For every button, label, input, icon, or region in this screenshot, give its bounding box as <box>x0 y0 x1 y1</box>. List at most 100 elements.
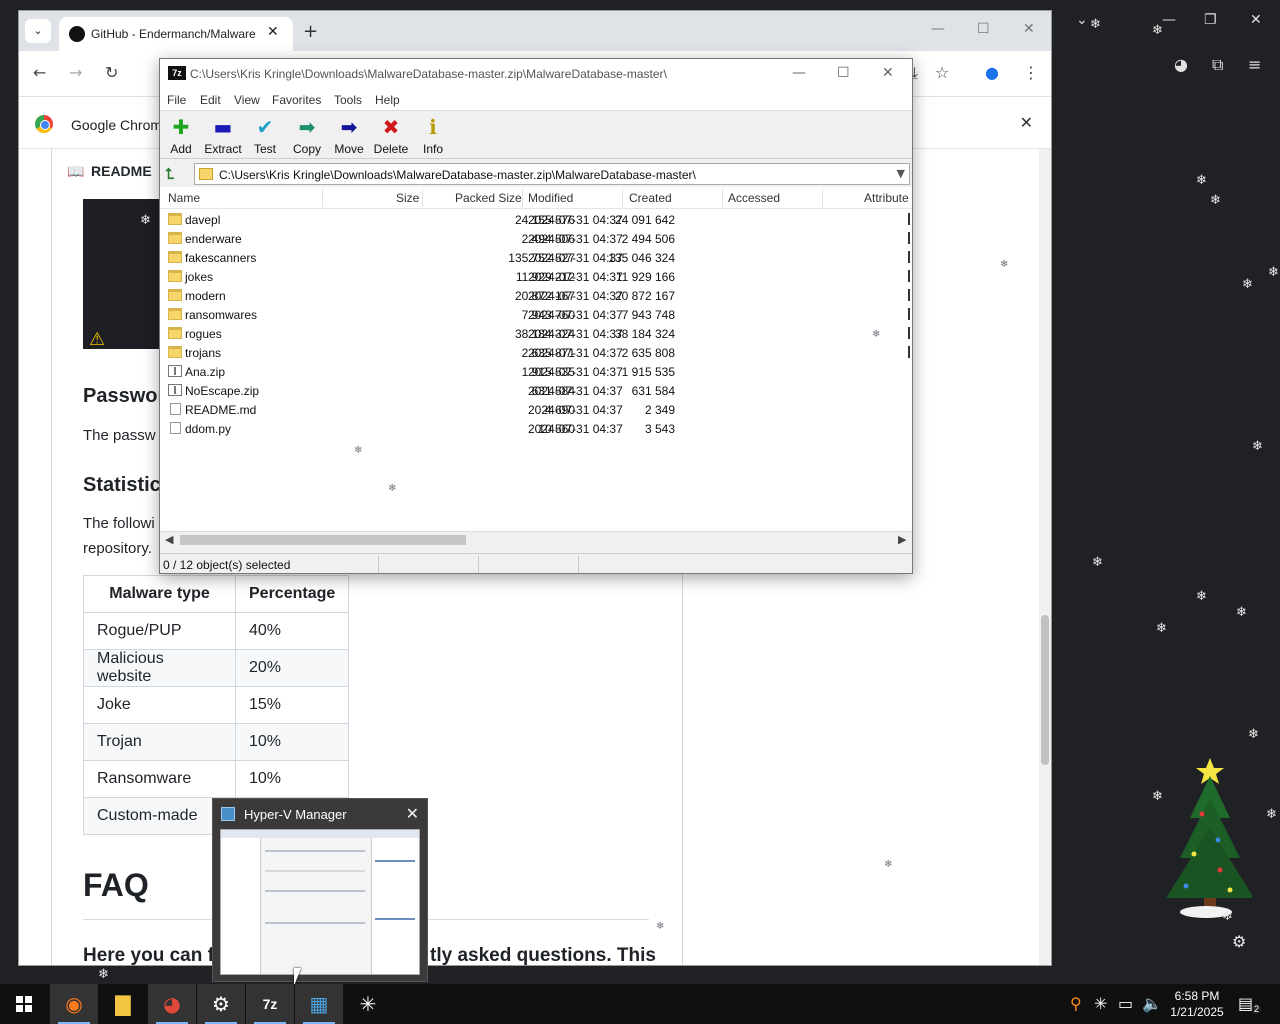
info-button[interactable]: ℹ Info <box>413 115 453 156</box>
column-size[interactable]: Size <box>396 191 419 205</box>
7zip-maximize-button[interactable]: ☐ <box>837 65 850 81</box>
list-item[interactable]: trojans 2 635 871 2 635 808 2024-07-31 04:3… <box>160 343 912 362</box>
test-button[interactable]: ✔ Test <box>245 115 285 156</box>
list-item[interactable]: davepl 24 155 576 24 091 642 2024-07-31 04:… <box>160 210 912 229</box>
column-name[interactable]: Name <box>168 191 200 205</box>
start-button[interactable] <box>0 984 48 1024</box>
back-arrow-icon[interactable]: ← <box>33 63 46 82</box>
clock[interactable]: 6:58 PM 1/21/2025 <box>1168 988 1226 1020</box>
hyperv-taskbar-preview[interactable]: Hyper-V Manager ✕ <box>212 798 428 982</box>
list-item[interactable]: README.md 4 690 2 349 2024-07-31 04:37 <box>160 400 912 419</box>
page-scrollbar-thumb[interactable] <box>1041 615 1049 765</box>
taskbar-chrome[interactable]: ◕ <box>148 984 196 1024</box>
column-separator[interactable] <box>422 189 423 207</box>
delete-button[interactable]: ✖ Delete <box>371 115 411 156</box>
chevron-down-icon[interactable]: ▼ <box>897 167 905 180</box>
snowflake-icon: ❄ <box>1222 909 1233 924</box>
minimize-icon[interactable]: — <box>1162 12 1176 28</box>
menu-icon[interactable]: ≡ <box>1248 55 1261 74</box>
window-close-button[interactable]: ✕ <box>1023 21 1035 37</box>
column-separator[interactable] <box>622 189 623 207</box>
menu-favorites[interactable]: Favorites <box>272 93 321 107</box>
list-item[interactable]: Ana.zip 1 915 535 1 915 535 2024-07-31 04:3… <box>160 362 912 381</box>
column-accessed[interactable]: Accessed <box>728 191 780 205</box>
scroll-left-icon[interactable]: ◀ <box>165 533 173 546</box>
taskbar-7zip[interactable]: 7z <box>246 984 294 1024</box>
menu-tools[interactable]: Tools <box>334 93 362 107</box>
window-maximize-button[interactable]: ☐ <box>977 21 990 37</box>
tab-close-icon[interactable]: ✕ <box>267 24 279 40</box>
up-folder-icon[interactable]: ⮤ <box>165 165 174 183</box>
zip-file-icon <box>168 384 182 396</box>
column-separator[interactable] <box>722 189 723 207</box>
column-attribute[interactable]: Attribute <box>864 191 909 205</box>
7zip-minimize-button[interactable]: — <box>792 65 806 81</box>
snowflake-icon: ❄ <box>1000 259 1009 270</box>
move-button[interactable]: ➡ Move <box>329 115 369 156</box>
list-item[interactable]: rogues 38 184 324 38 184 324 2024-07-31 04:… <box>160 324 912 343</box>
taskbar-snow-app[interactable]: ✳ <box>344 984 392 1024</box>
menu-edit[interactable]: Edit <box>200 93 221 107</box>
list-item[interactable]: enderware 2 494 506 2 494 506 2024-07-31 04… <box>160 229 912 248</box>
taskbar-hyperv[interactable]: ▦ <box>295 984 343 1024</box>
column-packed-size[interactable]: Packed Size <box>455 191 522 205</box>
table-cell: Trojan <box>83 723 236 761</box>
list-item[interactable]: modern 20 872 167 20 872 167 2024-07-31 04:… <box>160 286 912 305</box>
file-list-header: Name Size Packed Size Modified Created A… <box>160 187 912 209</box>
volume-icon[interactable]: 🔈 <box>1142 994 1162 1013</box>
column-separator[interactable] <box>322 189 323 207</box>
settings-gear-icon[interactable]: ⚙ <box>1232 934 1246 950</box>
file-attribute <box>908 308 910 320</box>
tab-github[interactable]: GitHub - Endermanch/Malware ✕ <box>59 17 293 51</box>
extensions-icon[interactable]: ⧉ <box>1212 55 1223 75</box>
list-item[interactable]: ransomwares 7 943 760 7 943 748 2024-07-31 … <box>160 305 912 324</box>
file-modified: 2024-07-31 04:37 <box>528 327 623 341</box>
restore-icon[interactable]: ❐ <box>1204 12 1217 28</box>
kebab-menu-icon[interactable]: ⋮ <box>1023 63 1039 82</box>
list-item[interactable]: NoEscape.zip 631 584 631 584 2024-07-31 04:… <box>160 381 912 400</box>
menu-file[interactable]: File <box>167 93 186 107</box>
search-icon[interactable]: ⚲ <box>1070 994 1082 1013</box>
path-input[interactable]: C:\Users\Kris Kringle\Downloads\MalwareD… <box>194 163 910 185</box>
readme-tab[interactable]: README <box>91 163 152 179</box>
new-tab-button[interactable]: + <box>303 21 318 42</box>
column-modified[interactable]: Modified <box>528 191 573 205</box>
column-separator[interactable] <box>822 189 823 207</box>
list-item[interactable]: jokes 11 929 212 11 929 166 2024-07-31 04:3… <box>160 267 912 286</box>
hyperv-close-icon[interactable]: ✕ <box>406 804 419 823</box>
snow-tray-icon[interactable]: ✳ <box>1094 994 1107 1013</box>
extract-button[interactable]: ▬ Extract <box>203 115 243 156</box>
menu-view[interactable]: View <box>234 93 260 107</box>
chevron-down-icon[interactable]: ⌄ <box>1076 12 1088 28</box>
taskbar-firefox[interactable]: ◉ <box>50 984 98 1024</box>
7zip-close-button[interactable]: ✕ <box>882 65 894 81</box>
close-icon[interactable]: ✕ <box>1250 12 1262 28</box>
folder-icon <box>168 346 182 358</box>
list-item[interactable]: ddom.py 10 560 3 543 2024-07-31 04:37 <box>160 419 912 438</box>
horizontal-scrollbar-thumb[interactable] <box>180 535 466 545</box>
reload-icon[interactable]: ↻ <box>105 63 118 82</box>
status-separator <box>378 555 379 573</box>
add-button[interactable]: ✚ Add <box>161 115 201 156</box>
file-modified: 2024-07-31 04:37 <box>528 232 623 246</box>
list-item[interactable]: fakescanners 135 752 527 135 046 324 2024-0… <box>160 248 912 267</box>
profile-avatar-icon[interactable]: ● <box>985 63 999 82</box>
scroll-right-icon[interactable]: ▶ <box>898 533 906 546</box>
tab-search-chevron-icon[interactable]: ⌄ <box>25 19 51 43</box>
taskbar-settings[interactable]: ⚙ <box>197 984 245 1024</box>
page-scrollbar[interactable] <box>1039 149 1051 965</box>
copy-button[interactable]: ➡ Copy <box>287 115 327 156</box>
column-created[interactable]: Created <box>629 191 672 205</box>
infobar-close-icon[interactable]: ✕ <box>1020 113 1033 132</box>
horizontal-scrollbar[interactable]: ◀ ▶ <box>160 531 912 547</box>
menu-help[interactable]: Help <box>375 93 400 107</box>
column-separator[interactable] <box>522 189 523 207</box>
performance-icon[interactable]: ◕ <box>1174 55 1188 74</box>
bookmark-star-icon[interactable]: ☆ <box>935 63 949 82</box>
notification-icon[interactable]: ▤ <box>1238 994 1253 1013</box>
snowflake-icon: ❄ <box>1196 173 1207 188</box>
taskbar-file-explorer[interactable]: ▇ <box>99 984 147 1024</box>
forward-arrow-icon[interactable]: → <box>69 63 82 82</box>
window-minimize-button[interactable]: — <box>931 21 945 37</box>
network-icon[interactable]: ▭ <box>1118 994 1133 1013</box>
